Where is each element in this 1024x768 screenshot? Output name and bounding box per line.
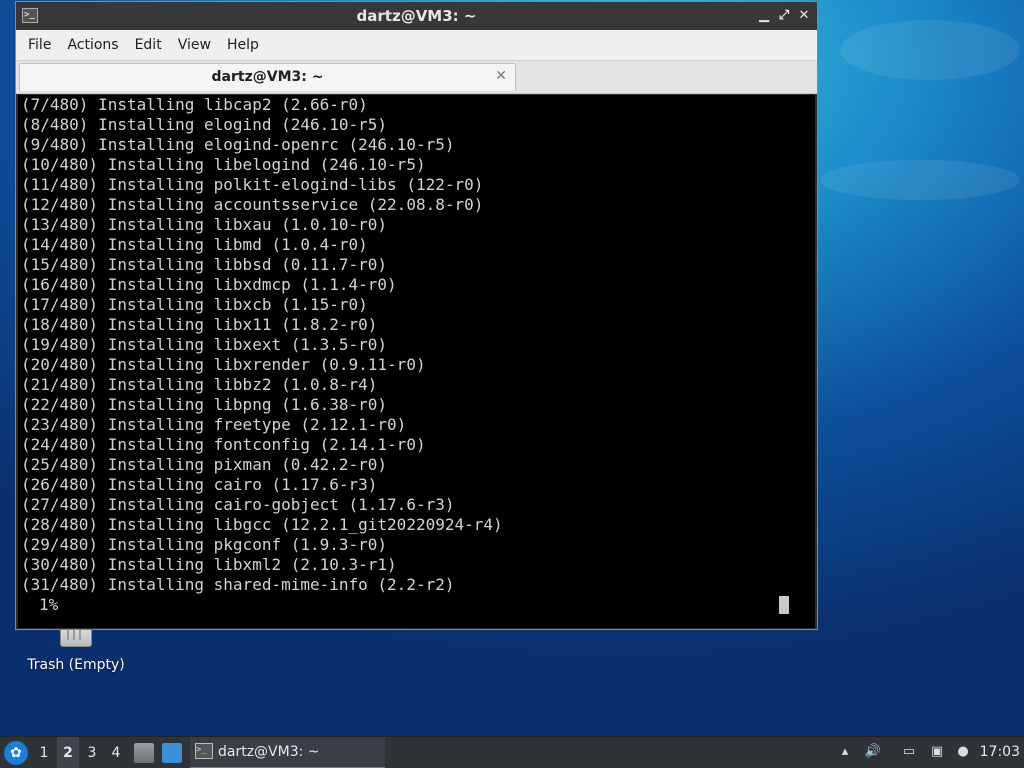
workspace-3[interactable]: 3: [81, 737, 103, 768]
menubar: File Actions Edit View Help: [16, 30, 817, 61]
menu-help[interactable]: Help: [219, 37, 267, 53]
taskbar: ✿ 1 2 3 4 >_ dartz@VM3: ~ ▴ 🔊 ▭ ▣ ● 17:0…: [0, 736, 1024, 768]
menu-actions[interactable]: Actions: [59, 37, 126, 53]
terminal-line: (10/480) Installing libelogind (246.10-r…: [21, 155, 426, 174]
terminal-line: (15/480) Installing libbsd (0.11.7-r0): [21, 255, 388, 274]
terminal-lines: (7/480) Installing libcap2 (2.66-r0) (8/4…: [18, 95, 815, 595]
terminal-line: (18/480) Installing libx11 (1.8.2-r0): [21, 315, 378, 334]
terminal-line: (22/480) Installing libpng (1.6.38-r0): [21, 395, 388, 414]
window-title: dartz@VM3: ~: [356, 7, 477, 25]
terminal-line: (11/480) Installing polkit-elogind-libs …: [21, 175, 484, 194]
terminal-line: (8/480) Installing elogind (246.10-r5): [21, 115, 388, 134]
terminal-line: (31/480) Installing shared-mime-info (2.…: [21, 575, 455, 594]
file-manager-launcher-icon[interactable]: [134, 743, 154, 763]
display-icon[interactable]: ▣: [928, 743, 946, 761]
workspace-1[interactable]: 1: [33, 737, 55, 768]
terminal-line: (23/480) Installing freetype (2.12.1-r0): [21, 415, 407, 434]
start-menu-icon[interactable]: ✿: [4, 741, 28, 765]
terminal-line: (25/480) Installing pixman (0.42.2-r0): [21, 455, 388, 474]
show-desktop-icon[interactable]: [162, 743, 182, 763]
menu-edit[interactable]: Edit: [127, 37, 170, 53]
maximize-button[interactable]: ⤢: [774, 6, 794, 26]
terminal-line: (19/480) Installing libxext (1.3.5-r0): [21, 335, 388, 354]
workspace-2[interactable]: 2: [57, 737, 79, 768]
terminal-window: >_ dartz@VM3: ~ ▁ ⤢ ✕ File Actions Edit …: [15, 1, 818, 630]
terminal-line: (28/480) Installing libgcc (12.2.1_git20…: [21, 515, 503, 534]
tab-label: dartz@VM3: ~: [211, 69, 324, 85]
terminal-line: (12/480) Installing accountsservice (22.…: [21, 195, 484, 214]
desktop-wallpaper-highlight: [820, 160, 1020, 200]
terminal-line: (24/480) Installing fontconfig (2.14.1-r…: [21, 435, 426, 454]
desktop-wallpaper-highlight: [840, 20, 1020, 80]
window-titlebar[interactable]: >_ dartz@VM3: ~ ▁ ⤢ ✕: [16, 2, 817, 30]
trash-desktop-icon[interactable]: Trash (Empty): [22, 624, 130, 673]
terminal-line: (14/480) Installing libmd (1.0.4-r0): [21, 235, 368, 254]
clock: 17:03: [979, 744, 1020, 760]
menu-file[interactable]: File: [20, 37, 59, 53]
menu-view[interactable]: View: [170, 37, 219, 53]
taskbar-task-terminal[interactable]: >_ dartz@VM3: ~: [190, 737, 385, 768]
clipboard-icon[interactable]: ▭: [900, 743, 918, 761]
network-tray-icon[interactable]: ▴: [836, 743, 854, 761]
workspace-4[interactable]: 4: [105, 737, 127, 768]
volume-icon[interactable]: 🔊: [864, 743, 882, 761]
terminal-line: (20/480) Installing libxrender (0.9.11-r…: [21, 355, 426, 374]
terminal-line: (17/480) Installing libxcb (1.15-r0): [21, 295, 368, 314]
close-button[interactable]: ✕: [794, 6, 814, 26]
terminal-output[interactable]: (7/480) Installing libcap2 (2.66-r0) (8/4…: [18, 95, 815, 628]
terminal-line: (9/480) Installing elogind-openrc (246.1…: [21, 135, 455, 154]
task-label: dartz@VM3: ~: [218, 744, 320, 760]
notification-icon[interactable]: ●: [954, 743, 972, 761]
terminal-line: (30/480) Installing libxml2 (2.10.3-r1): [21, 555, 397, 574]
terminal-line: (13/480) Installing libxau (1.0.10-r0): [21, 215, 388, 234]
tab-bar: dartz@VM3: ~ ✕: [16, 61, 817, 94]
terminal-line: (26/480) Installing cairo (1.17.6-r3): [21, 475, 378, 494]
terminal-line: (27/480) Installing cairo-gobject (1.17.…: [21, 495, 455, 514]
minimize-button[interactable]: ▁: [754, 6, 774, 26]
terminal-task-icon: >_: [195, 743, 213, 759]
trash-label: Trash (Empty): [27, 657, 125, 673]
tab-terminal[interactable]: dartz@VM3: ~ ✕: [19, 63, 516, 91]
terminal-line: (21/480) Installing libbz2 (1.0.8-r4): [21, 375, 378, 394]
terminal-cursor: [779, 596, 789, 614]
terminal-line: (16/480) Installing libxdmcp (1.1.4-r0): [21, 275, 397, 294]
tab-close-icon[interactable]: ✕: [495, 68, 507, 84]
terminal-line: (29/480) Installing pkgconf (1.9.3-r0): [21, 535, 388, 554]
progress-text: 1%: [39, 595, 59, 614]
terminal-line: (7/480) Installing libcap2 (2.66-r0): [21, 95, 368, 114]
